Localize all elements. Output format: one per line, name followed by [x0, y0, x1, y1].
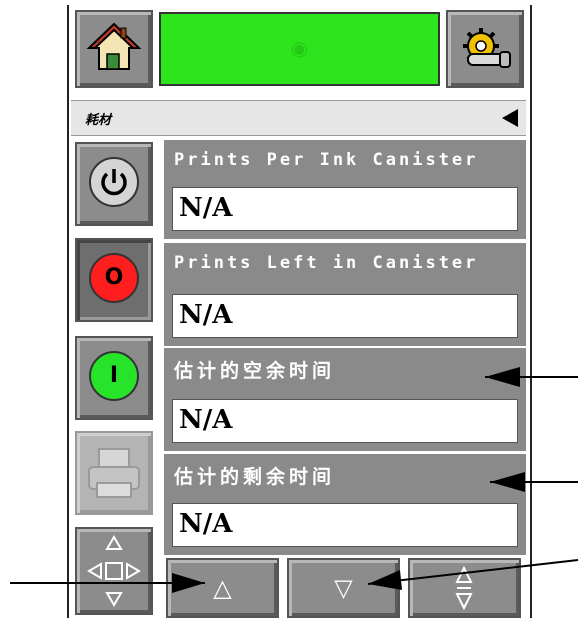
- printer-icon: [88, 448, 140, 498]
- title-bar: 耗材: [71, 100, 526, 136]
- status-indicator: ◉: [159, 12, 440, 86]
- value-text: N/A: [179, 509, 233, 539]
- setup-button[interactable]: [446, 10, 524, 88]
- print-button[interactable]: [75, 431, 153, 515]
- value-field[interactable]: N/A: [172, 294, 518, 338]
- value-field[interactable]: N/A: [172, 399, 518, 443]
- value-text: N/A: [179, 193, 233, 223]
- panel-prints-per-canister: Prints Per Ink Canister N/A: [164, 140, 526, 239]
- panel-label: 估计的剩余时间: [174, 466, 336, 488]
- triangle-left-icon[interactable]: [502, 109, 518, 127]
- home-icon: [86, 22, 142, 70]
- gear-wrench-icon: [463, 28, 511, 68]
- power-icon: [89, 157, 139, 207]
- printer-screen: ◉ 耗材 O I Prints Per Ink Canister N/A Pri…: [67, 5, 532, 618]
- value-field[interactable]: N/A: [172, 187, 518, 231]
- start-i-icon: I: [89, 351, 139, 401]
- scroll-down-button[interactable]: ▽: [287, 558, 400, 618]
- start-button[interactable]: I: [75, 336, 153, 420]
- status-watermark: ◉: [290, 36, 309, 60]
- panel-label: Prints Left in Canister: [174, 253, 479, 273]
- up-down-triangles-icon: [455, 565, 473, 611]
- power-button[interactable]: [75, 142, 153, 226]
- scroll-updown-button[interactable]: [408, 558, 521, 618]
- page-title: 耗材: [85, 113, 112, 128]
- scroll-up-button[interactable]: △: [166, 558, 279, 618]
- four-way-arrows-icon: [87, 535, 141, 607]
- value-text: N/A: [179, 405, 233, 435]
- up-triangle-icon: △: [213, 574, 232, 602]
- stop-button[interactable]: O: [75, 238, 153, 322]
- panel-estimated-idle-time: 估计的空余时间 N/A: [164, 348, 526, 451]
- stop-o-icon: O: [89, 253, 139, 303]
- panel-label: 估计的空余时间: [174, 360, 336, 382]
- navigate-button[interactable]: [75, 527, 153, 615]
- panel-label: Prints Per Ink Canister: [174, 150, 479, 170]
- value-field[interactable]: N/A: [172, 503, 518, 547]
- value-text: N/A: [179, 300, 233, 330]
- down-triangle-icon: ▽: [334, 574, 353, 602]
- home-button[interactable]: [75, 10, 153, 88]
- panel-estimated-remaining-time: 估计的剩余时间 N/A: [164, 454, 526, 555]
- panel-prints-left: Prints Left in Canister N/A: [164, 243, 526, 346]
